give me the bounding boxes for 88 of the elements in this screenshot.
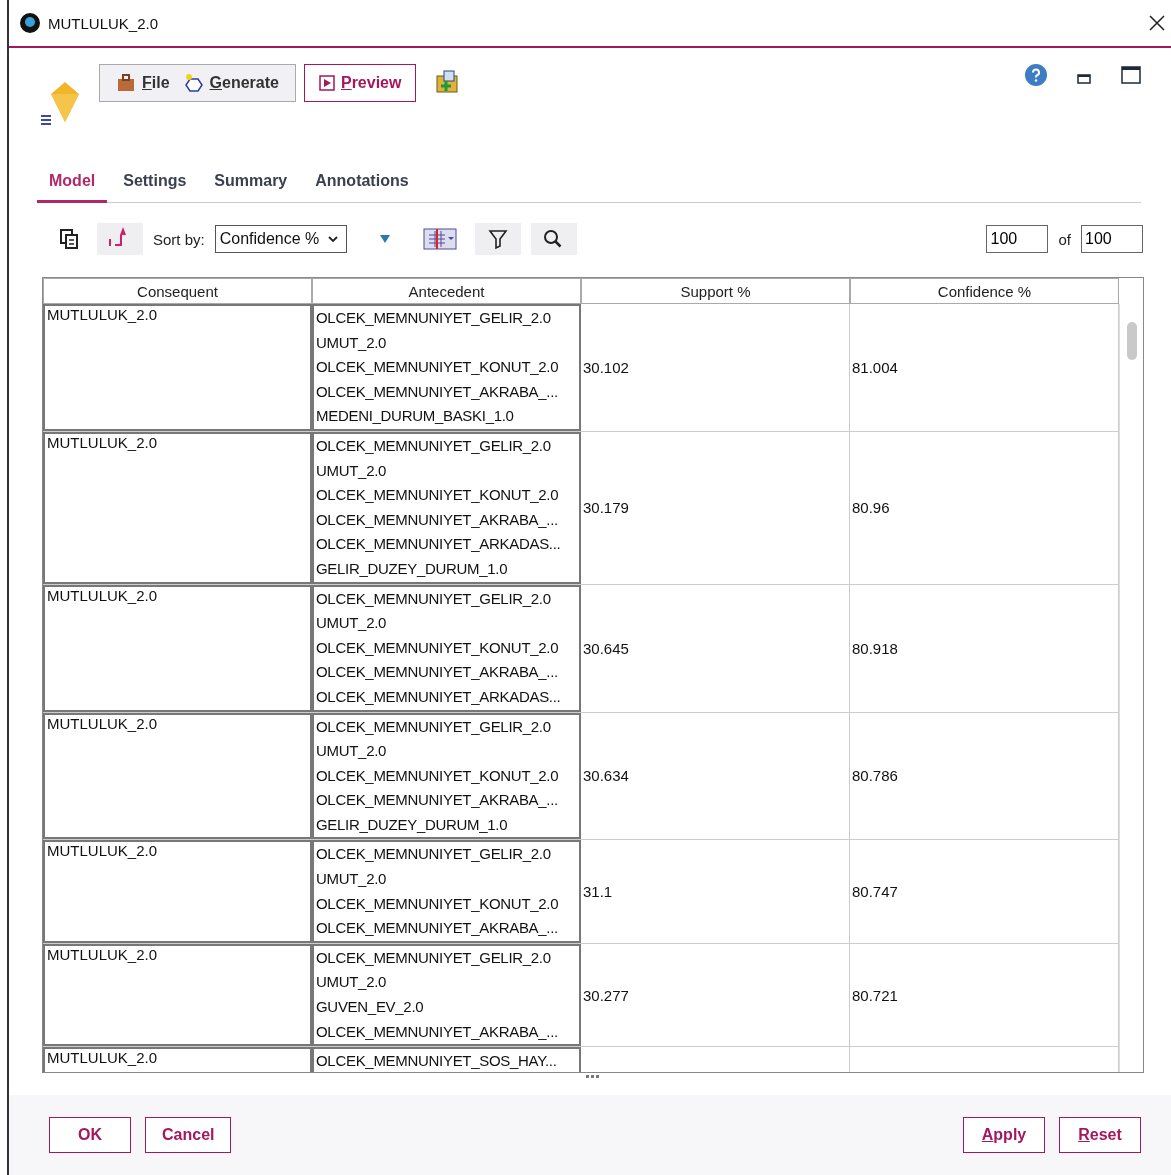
dialog-button[interactable]: OK	[49, 1117, 131, 1153]
tab[interactable]: Summary	[202, 164, 300, 203]
antecedent-item: OLCEK_MEMNUNIYET_KONUT_2.0	[316, 765, 560, 786]
add-table-icon[interactable]	[436, 70, 459, 94]
table-cell: MUTLULUK_2.0	[47, 1049, 158, 1067]
column-header[interactable]: Consequent	[43, 278, 312, 304]
antecedent-item: OLCEK_MEMNUNIYET_AKRABA_...	[316, 918, 559, 939]
of-label: of	[1058, 230, 1071, 248]
antecedent-item: OLCEK_MEMNUNIYET_KONUT_2.0	[316, 485, 560, 506]
resize-grip-icon[interactable]	[586, 1075, 600, 1079]
antecedent-item: GELIR_DUZEY_DURUM_1.0	[316, 814, 509, 835]
table-cell: 30.179	[583, 499, 629, 517]
play-icon	[318, 75, 335, 91]
table-cell: 80.96	[852, 499, 890, 517]
table-cell: 31.1	[583, 883, 613, 901]
antecedent-item: UMUT_2.0	[316, 869, 388, 890]
antecedent-item: OLCEK_MEMNUNIYET_GELIR_2.0	[316, 716, 552, 737]
antecedent-item: OLCEK_MEMNUNIYET_AKRABA_...	[316, 381, 559, 402]
antecedent-item: OLCEK_MEMNUNIYET_GELIR_2.0	[316, 844, 552, 865]
antecedent-item: UMUT_2.0	[316, 460, 388, 481]
dialog-button[interactable]: Cancel	[145, 1117, 232, 1153]
maximize-icon[interactable]	[1121, 66, 1141, 84]
table-cell: MUTLULUK_2.0	[47, 306, 158, 323]
antecedent-item: OLCEK_MEMNUNIYET_KONUT_2.0	[316, 357, 560, 378]
preview-button[interactable]: Preview	[303, 64, 417, 102]
antecedent-item: MEDENI_DURUM_BASKI_1.0	[316, 406, 515, 427]
antecedent-item: GUVEN_EV_2.0	[316, 997, 425, 1018]
antecedent-item: OLCEK_MEMNUNIYET_GELIR_2.0	[316, 947, 552, 968]
antecedent-item: OLCEK_MEMNUNIYET_ARKADAS...	[316, 686, 562, 707]
column-header[interactable]: Antecedent	[312, 278, 581, 304]
rows-total-field[interactable]: 100	[1081, 225, 1143, 253]
sort-label: Sort by:	[153, 230, 205, 248]
app-logo-icon	[20, 13, 40, 33]
table-cell: 81.004	[852, 359, 898, 376]
search-icon[interactable]	[530, 223, 577, 255]
tab[interactable]: Settings	[111, 164, 199, 203]
table-cell: 30.645	[583, 639, 629, 657]
rows-shown-field[interactable]: 100	[986, 225, 1049, 253]
hexagon-icon	[183, 73, 204, 93]
table-cell: 80.721	[852, 986, 898, 1004]
dialog-button[interactable]: Apply	[963, 1117, 1045, 1153]
antecedent-item: GELIR_DUZEY_DURUM_1.0	[316, 558, 509, 579]
tab[interactable]: Model	[37, 164, 108, 203]
help-icon[interactable]	[1025, 64, 1047, 86]
window-title: MUTLULUK_2.0	[48, 14, 159, 32]
table-cell: MUTLULUK_2.0	[47, 433, 158, 451]
antecedent-item: OLCEK_MEMNUNIYET_ARKADAS...	[316, 534, 562, 555]
table-cell: 30.102	[583, 359, 629, 376]
antecedent-item: OLCEK_MEMNUNIYET_GELIR_2.0	[316, 308, 552, 328]
filter-icon[interactable]	[474, 223, 521, 255]
table-cell: 80.747	[852, 883, 898, 901]
antecedent-item: OLCEK_MEMNUNIYET_AKRABA_...	[316, 662, 559, 683]
briefcase-icon	[116, 73, 136, 93]
antecedent-item: OLCEK_MEMNUNIYET_AKRABA_...	[316, 790, 559, 811]
minimize-icon[interactable]	[1077, 74, 1091, 84]
antecedent-item: OLCEK_MEMNUNIYET_GELIR_2.0	[316, 588, 552, 609]
antecedent-item: OLCEK_MEMNUNIYET_KONUT_2.0	[316, 637, 560, 658]
antecedent-item: UMUT_2.0	[316, 972, 388, 993]
table-cell: 80.786	[852, 767, 898, 785]
copy-icon[interactable]	[59, 228, 79, 250]
table-cell: 80.918	[852, 639, 898, 657]
table-cell: MUTLULUK_2.0	[47, 945, 158, 963]
sort-direction-icon[interactable]	[378, 234, 391, 244]
antecedent-item: OLCEK_MEMNUNIYET_AKRABA_...	[316, 1021, 559, 1042]
sort-dropdown[interactable]: Confidence %	[214, 225, 347, 253]
sort-order-icon[interactable]	[97, 223, 143, 255]
antecedent-item: OLCEK_MEMNUNIYET_SOS_HAY...	[316, 1051, 558, 1072]
antecedent-item: UMUT_2.0	[316, 332, 388, 353]
antecedent-item: OLCEK_MEMNUNIYET_AKRABA_...	[316, 509, 559, 530]
menu-button[interactable]: Generate	[183, 71, 279, 95]
column-header[interactable]: Support %	[581, 278, 850, 304]
table-cell: MUTLULUK_2.0	[47, 586, 158, 604]
antecedent-item: OLCEK_MEMNUNIYET_GELIR_2.0	[316, 435, 552, 456]
antecedent-item: UMUT_2.0	[316, 613, 388, 634]
columns-icon[interactable]	[422, 227, 459, 251]
caret-icon	[327, 235, 338, 243]
antecedent-item: OLCEK_MEMNUNIYET_KONUT_2.0	[316, 893, 560, 914]
menu-button[interactable]: File	[116, 71, 170, 95]
table-cell: MUTLULUK_2.0	[47, 714, 158, 732]
tab[interactable]: Annotations	[303, 164, 421, 203]
table-cell: MUTLULUK_2.0	[47, 842, 158, 860]
antecedent-item: UMUT_2.0	[316, 741, 388, 762]
close-icon[interactable]	[1149, 15, 1165, 31]
column-header[interactable]: Confidence %	[850, 278, 1119, 304]
dialog-button[interactable]: Reset	[1059, 1117, 1141, 1153]
table-cell: 30.277	[583, 986, 629, 1004]
scrollbar-thumb[interactable]	[1126, 322, 1137, 360]
table-cell: 30.634	[583, 767, 629, 785]
